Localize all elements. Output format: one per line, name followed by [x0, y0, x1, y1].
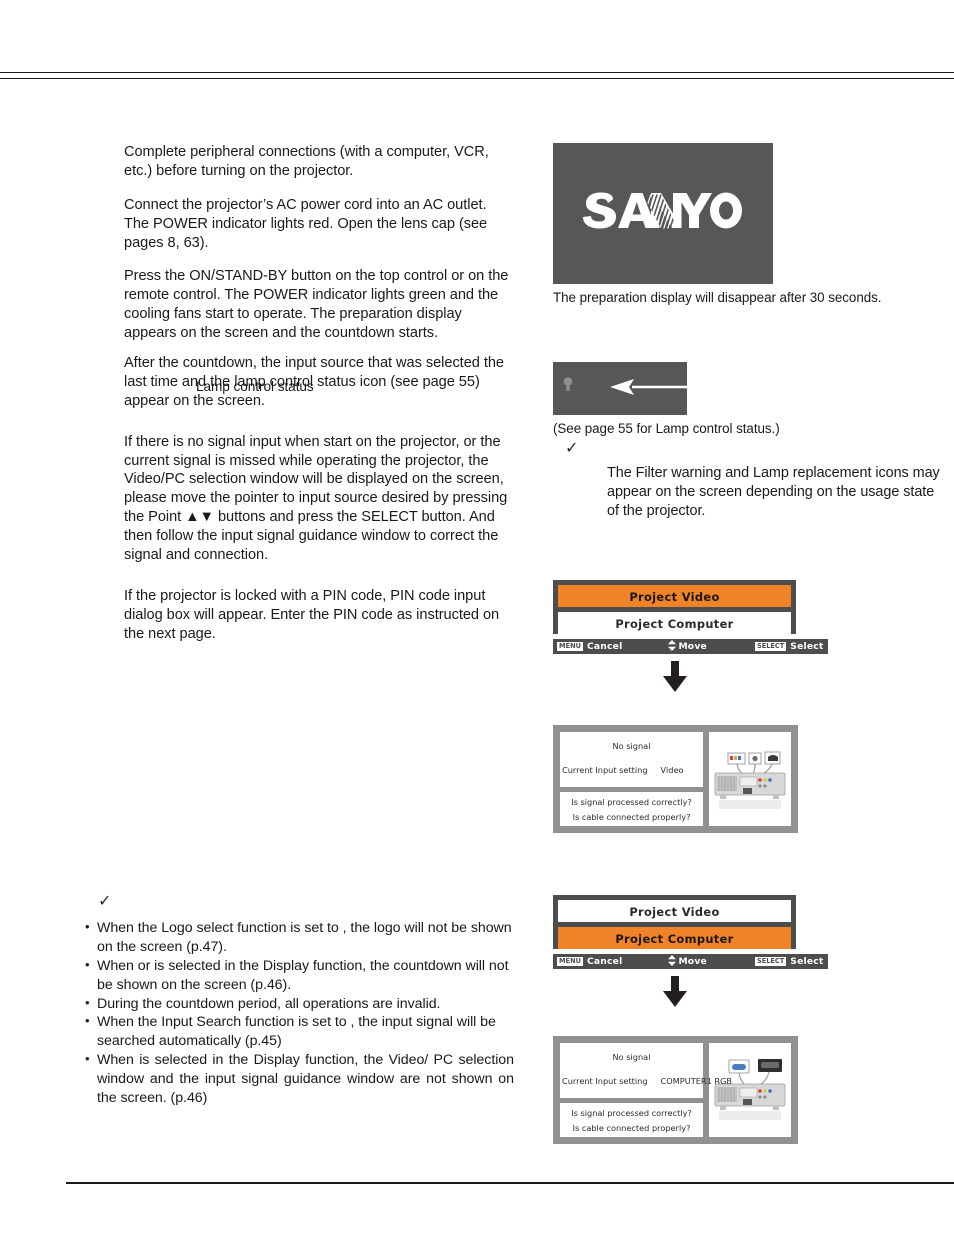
input-signal-guidance-window-video: No signal Current Input setting Video Is…	[553, 725, 798, 833]
guidance-question-box: Is signal processed correctly? Is cable …	[560, 792, 703, 826]
instruction-paragraph-4: After the countdown, the input source th…	[124, 355, 504, 409]
osd-footer-bar: MENU Cancel Move SELECT Select	[553, 639, 828, 654]
instructions-column: Complete peripheral connections (with a …	[124, 143, 510, 659]
video-pc-selection-window-video: Project Video Project Computer MENU Canc…	[553, 580, 828, 701]
guidance-text-area: No signal Current Input setting COMPUTER…	[560, 1043, 732, 1137]
preparation-display-caption: The preparation display will disappear a…	[553, 290, 882, 305]
figures-column: The preparation display will disappear a…	[553, 143, 951, 307]
guidance-question-1: Is signal processed correctly?	[571, 1107, 692, 1118]
osd-cancel-action[interactable]: MENU Cancel	[557, 956, 622, 967]
osd-cancel-action[interactable]: MENU Cancel	[557, 641, 622, 652]
menu-key-icon: MENU	[557, 642, 583, 651]
select-key-icon: SELECT	[754, 642, 787, 651]
projector-rear-panel-image	[709, 732, 791, 826]
lamp-status-callout-label: Lamp control status	[196, 379, 314, 394]
instruction-paragraph-2: Connect the projector’s AC power cord in…	[124, 196, 488, 251]
list-item: When the Logo select function is set to …	[84, 918, 514, 957]
instruction-paragraph-5: If there is no signal input when start o…	[124, 433, 508, 564]
osd-move-action[interactable]: Move	[668, 639, 707, 654]
guidance-question-box: Is signal processed correctly? Is cable …	[560, 1103, 703, 1137]
current-input-label: Current Input setting	[562, 765, 648, 775]
guidance-text-area: No signal Current Input setting Video Is…	[560, 732, 703, 826]
up-down-arrow-icon	[668, 954, 677, 969]
check-icon: ✓	[98, 891, 112, 910]
flow-arrow-down-icon	[553, 654, 796, 701]
guidance-panel: No signal Current Input setting COMPUTER…	[553, 1036, 798, 1144]
guidance-question-2: Is cable connected properly?	[572, 1122, 691, 1133]
current-input-row: Current Input setting Video	[562, 765, 700, 775]
lamp-icon	[562, 376, 574, 397]
osd-select-action[interactable]: SELECT Select	[754, 641, 824, 652]
video-pc-selection-window-computer: Project Video Project Computer MENU Canc…	[553, 895, 828, 1016]
guidance-status-box: No signal Current Input setting Video	[560, 732, 703, 787]
list-item: During the countdown period, all operati…	[84, 994, 514, 1014]
current-input-row: Current Input setting COMPUTER1 RGB	[562, 1076, 732, 1086]
no-signal-label: No signal	[612, 741, 651, 751]
osd-select-action[interactable]: SELECT Select	[754, 956, 824, 967]
check-icon: ✓	[565, 438, 579, 457]
lamp-status-screen	[553, 362, 750, 415]
page-footer-rule	[66, 1182, 954, 1184]
flow-arrow-down-icon	[553, 969, 796, 1016]
guidance-panel: No signal Current Input setting Video Is…	[553, 725, 798, 833]
notes-block-left: ✓ When the Logo select function is set t…	[84, 893, 514, 1108]
menu-key-icon: MENU	[557, 957, 583, 966]
projector-rear-panel-image	[709, 1043, 791, 1137]
current-input-label: Current Input setting	[562, 1076, 648, 1086]
osd-select-label: Select	[790, 641, 824, 652]
select-key-icon: SELECT	[754, 957, 787, 966]
osd-move-label: Move	[678, 956, 707, 967]
sanyo-logo	[553, 190, 773, 237]
instruction-paragraph-3: Press the ON/STAND-BY button on the top …	[124, 268, 509, 342]
osd-cancel-label: Cancel	[586, 641, 623, 652]
osd-option-project-computer[interactable]: Project Computer	[558, 612, 791, 634]
list-item: When or is selected in the Display funct…	[84, 956, 514, 995]
osd-option-project-video[interactable]: Project Video	[558, 585, 791, 607]
note-list: When the Logo select function is set to …	[84, 918, 514, 1108]
osd-option-project-video[interactable]: Project Video	[558, 900, 791, 922]
osd-move-action[interactable]: Move	[668, 954, 707, 969]
guidance-status-box: No signal Current Input setting COMPUTER…	[560, 1043, 732, 1098]
instruction-paragraph-1: Complete peripheral connections (with a …	[124, 144, 489, 179]
osd-selection-panel: Project Video Project Computer	[553, 580, 796, 634]
callout-arrow-icon	[610, 377, 750, 397]
current-input-value: COMPUTER1 RGB	[660, 1076, 733, 1086]
guidance-question-2: Is cable connected properly?	[572, 811, 691, 822]
instruction-paragraph-6: If the projector is locked with a PIN co…	[124, 587, 500, 642]
osd-cancel-label: Cancel	[586, 956, 623, 967]
lamp-status-figure: (See page 55 for Lamp control status.)	[553, 362, 951, 436]
osd-selection-panel: Project Video Project Computer	[553, 895, 796, 949]
input-signal-guidance-window-computer: No signal Current Input setting COMPUTER…	[553, 1036, 798, 1144]
page-header-rule-upper	[0, 72, 954, 73]
notes-block-right: ✓ The Filter warning and Lamp replacemen…	[560, 440, 950, 521]
list-item: When is selected in the Display function…	[84, 1050, 514, 1108]
page-header-rule-lower	[0, 78, 954, 79]
guidance-question-1: Is signal processed correctly?	[571, 796, 692, 807]
filter-warning-note: The Filter warning and Lamp replacement …	[607, 465, 940, 520]
preparation-display-screen	[553, 143, 773, 284]
osd-option-project-computer[interactable]: Project Computer	[558, 927, 791, 949]
osd-select-label: Select	[790, 956, 824, 967]
lamp-status-note: (See page 55 for Lamp control status.)	[553, 421, 780, 436]
osd-footer-bar: MENU Cancel Move SELECT Select	[553, 954, 828, 969]
osd-move-label: Move	[678, 641, 707, 652]
list-item: When the Input Search function is set to…	[84, 1012, 514, 1051]
up-down-arrow-icon	[668, 639, 677, 654]
no-signal-label: No signal	[612, 1052, 651, 1062]
current-input-value: Video	[660, 765, 684, 775]
